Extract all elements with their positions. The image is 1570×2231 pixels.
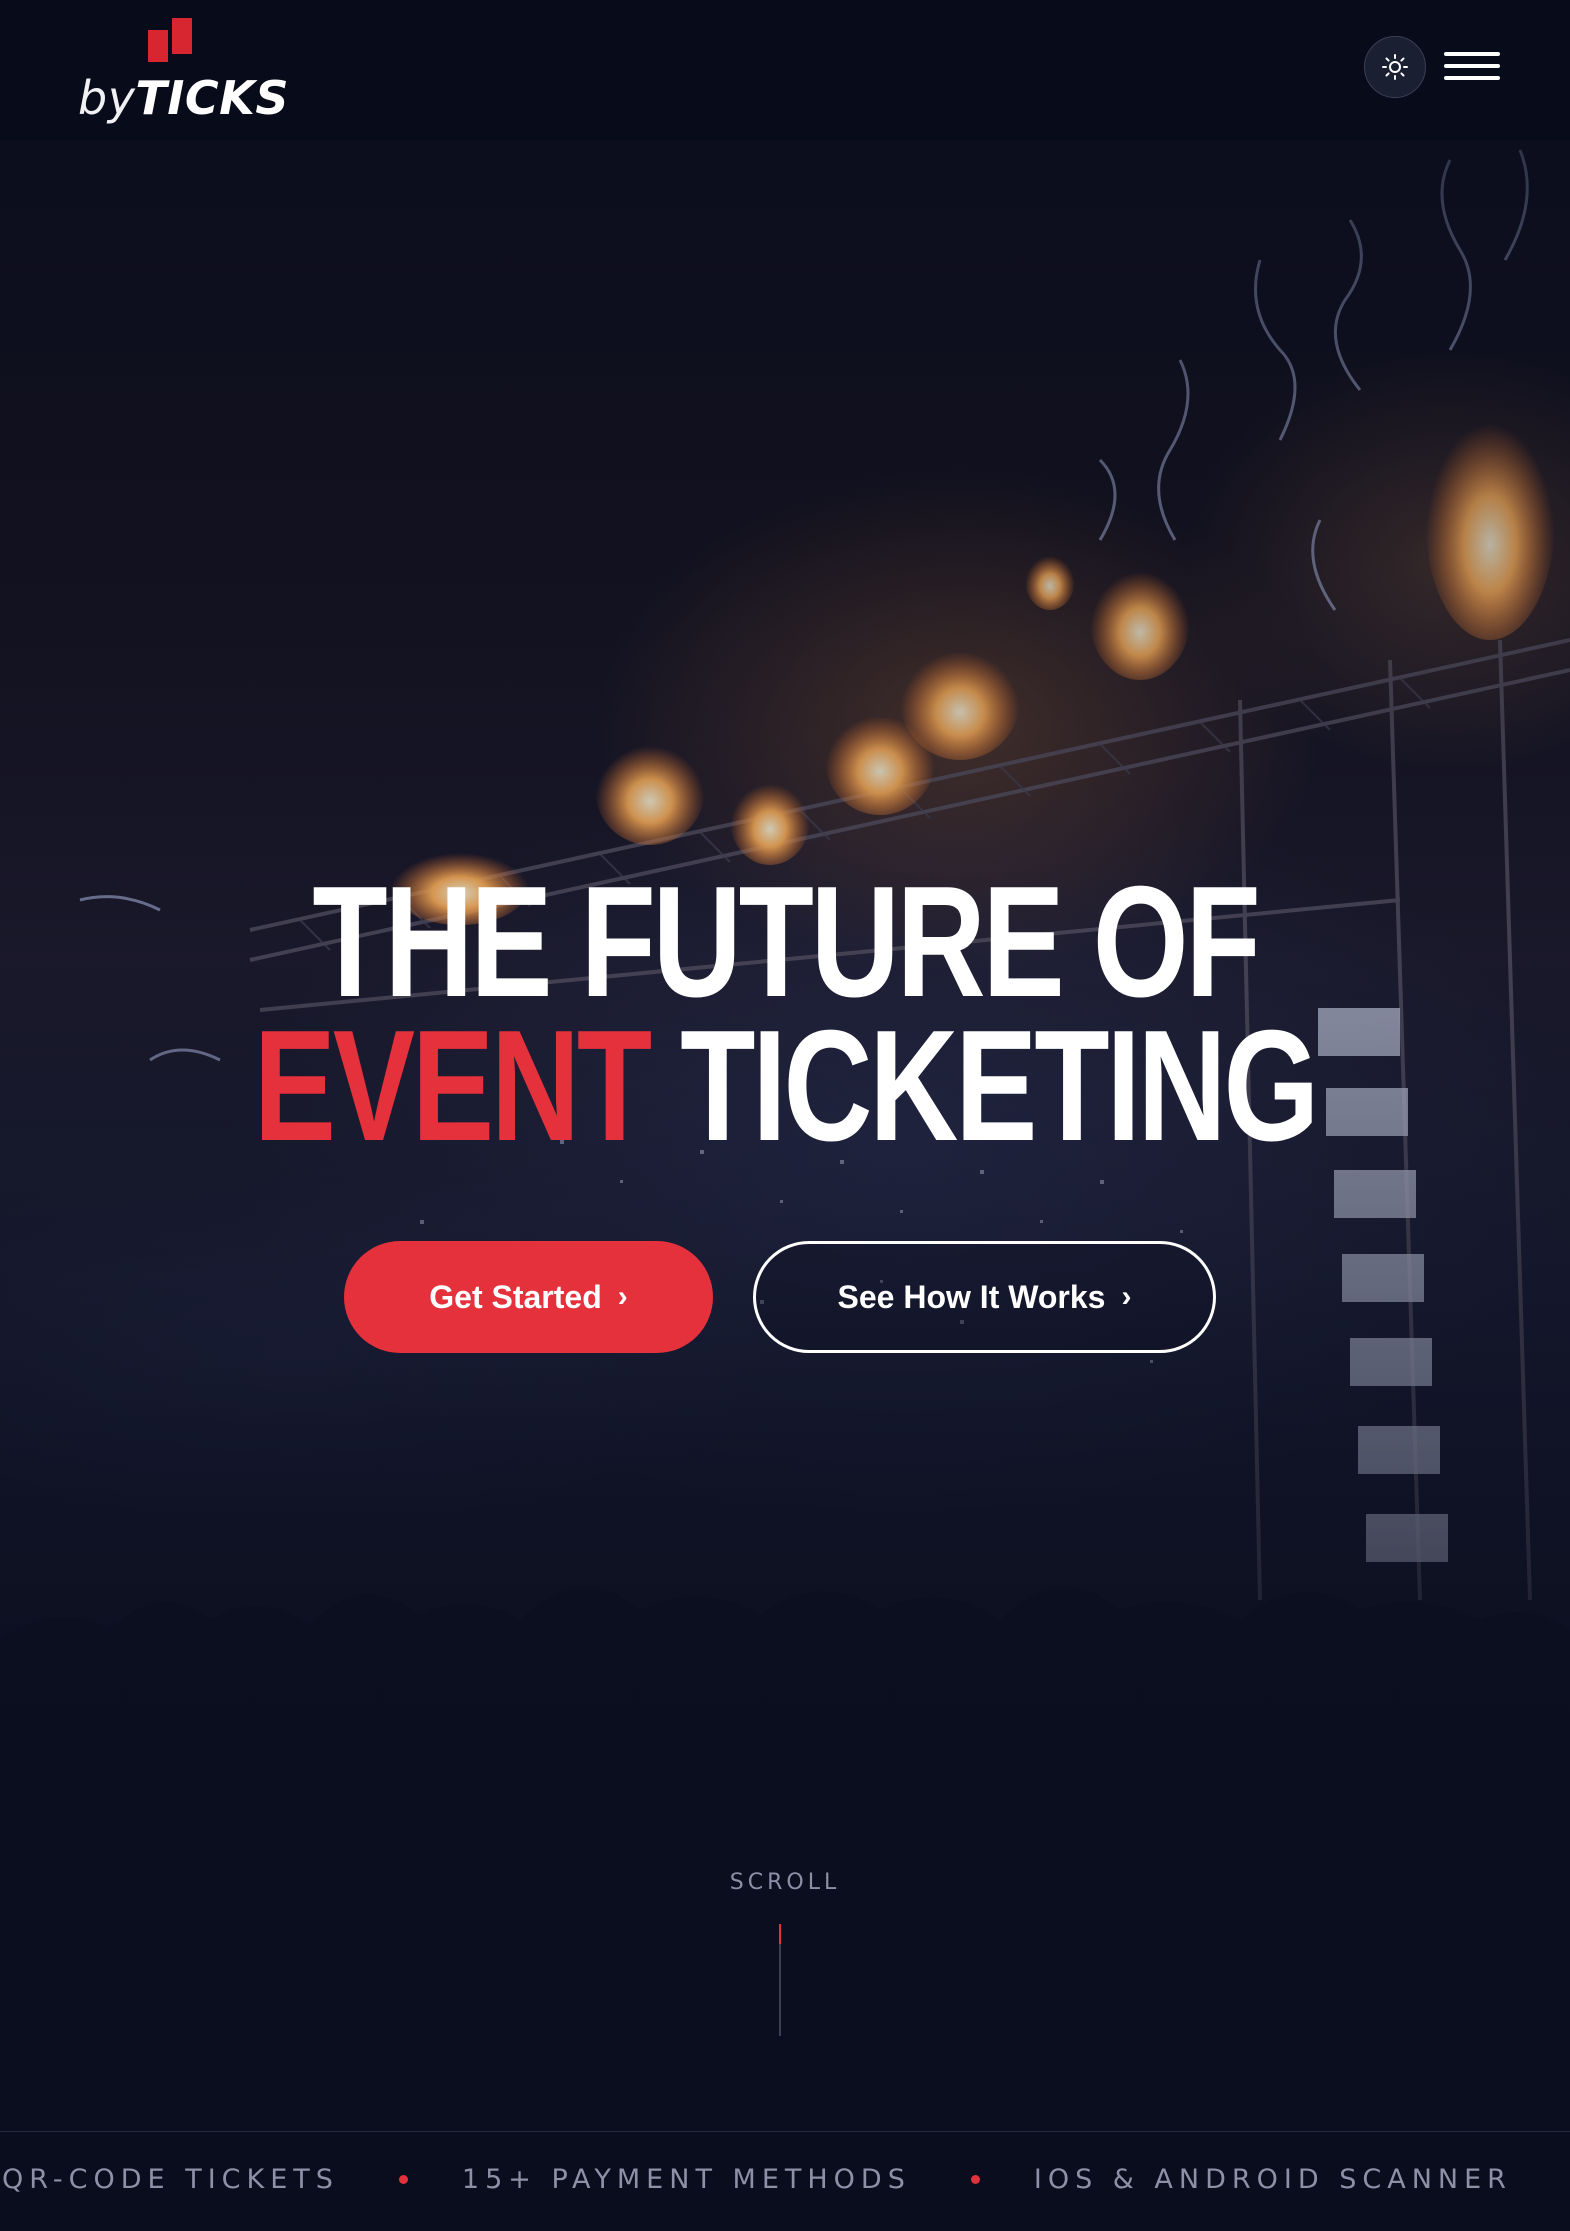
scroll-indicator-thumb (779, 1924, 781, 1944)
chevron-right-icon: › (1121, 1280, 1132, 1313)
hero-headline: THE FUTURE OF EVENT TICKETING (0, 854, 1570, 1165)
menu-bar-bottom (1444, 76, 1500, 80)
menu-bar-top (1444, 52, 1500, 56)
theme-toggle-button[interactable] (1364, 36, 1426, 98)
see-how-it-works-label: See How It Works (837, 1278, 1106, 1315)
chevron-right-icon: › (617, 1280, 628, 1313)
scroll-indicator (779, 1924, 781, 2036)
headline-line-1: THE FUTURE OF (312, 854, 1260, 1030)
see-how-it-works-button[interactable]: See How It Works › (753, 1241, 1216, 1353)
ticker-item-scanner: IOS & ANDROID SCANNER (1033, 2164, 1512, 2195)
site-header: byTICKS (0, 0, 1570, 140)
bytick-logo[interactable]: byTICKS (76, 14, 289, 124)
get-started-button[interactable]: Get Started › (344, 1241, 713, 1353)
ticker-item-payment-methods: 15+ PAYMENT METHODS (461, 2164, 911, 2195)
ticker-track: QR-CODE TICKETS 15+ PAYMENT METHODS IOS … (2, 2164, 1570, 2195)
hamburger-menu-icon[interactable] (1444, 44, 1500, 88)
scroll-label: SCROLL (729, 1870, 841, 1895)
headline-line-2: EVENT TICKETING (173, 1007, 1398, 1165)
ticker-item-qr-code-tickets: QR-CODE TICKETS (2, 2164, 339, 2195)
feature-ticker: QR-CODE TICKETS 15+ PAYMENT METHODS IOS … (0, 2131, 1570, 2231)
headline-accent: EVENT (253, 998, 652, 1174)
headline-rest: TICKETING (680, 998, 1319, 1174)
logo-ticks: TICKS (135, 71, 289, 125)
logo-wordmark: byTICKS (78, 72, 289, 124)
logo-mark-icon (148, 18, 192, 62)
get-started-label: Get Started (429, 1278, 602, 1315)
ticker-separator-dot (970, 2175, 980, 2184)
sun-icon (1382, 54, 1408, 80)
logo-by: by (78, 71, 136, 125)
menu-bar-middle (1444, 64, 1500, 68)
ticker-separator-dot (398, 2175, 408, 2184)
